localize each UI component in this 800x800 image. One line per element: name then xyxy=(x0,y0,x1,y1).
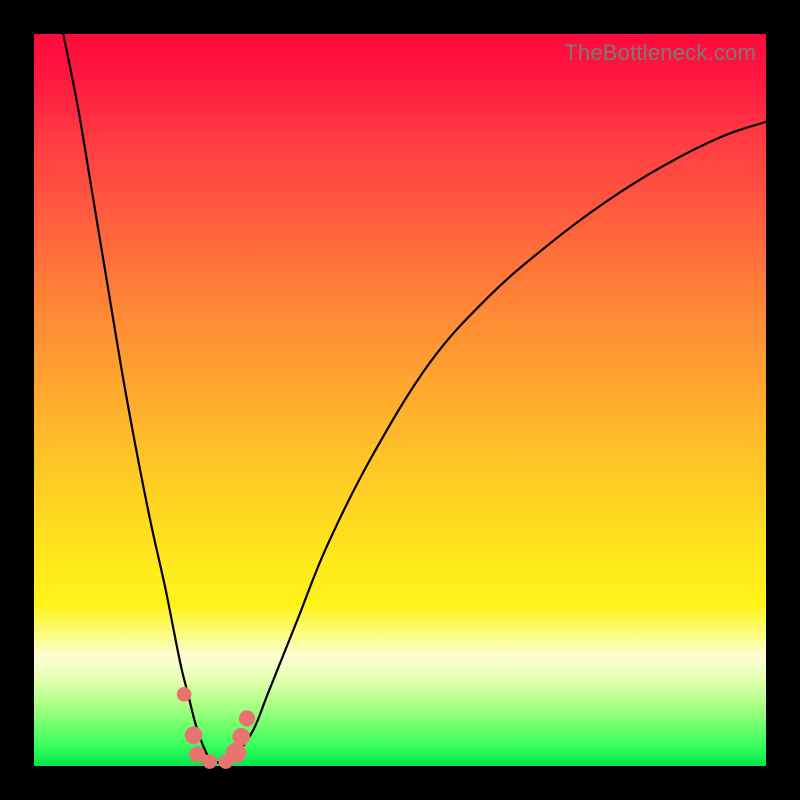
curve-marker xyxy=(232,728,250,746)
bottleneck-curve xyxy=(63,34,766,763)
curve-marker xyxy=(185,727,203,745)
curve-marker xyxy=(226,743,246,763)
curve-marker xyxy=(239,710,255,726)
bottleneck-chart xyxy=(34,34,766,766)
chart-frame: TheBottleneck.com xyxy=(0,0,800,800)
curve-marker xyxy=(202,754,217,769)
plot-area: TheBottleneck.com xyxy=(34,34,766,766)
curve-marker xyxy=(177,687,192,702)
markers-group xyxy=(177,687,255,769)
